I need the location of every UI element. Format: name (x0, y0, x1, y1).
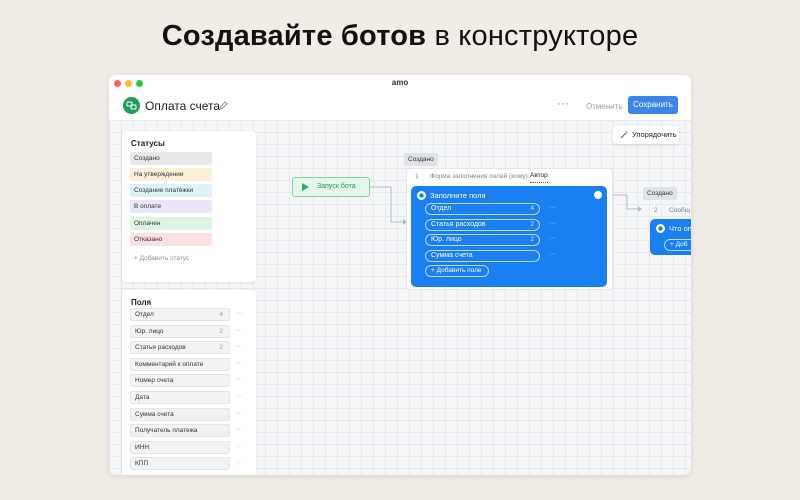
builder-canvas[interactable]: Статусы Создано На утверждении Создание … (109, 120, 691, 475)
status-created-tag-2: Создано (643, 187, 677, 200)
message-step-label: Сообщ (669, 207, 690, 214)
form-step-label: Форма заполнения полей (кому): (430, 173, 530, 180)
page-title: Оплата счета (145, 99, 221, 113)
save-button[interactable]: Сохранить (628, 96, 678, 114)
add-button-2[interactable]: + Доб (664, 239, 691, 251)
fill-fields-card[interactable]: Заполните поля Отдел 4 ··· Статья расходов 2… (411, 186, 607, 287)
fill-fields-title: Заполните поля (430, 191, 486, 200)
cancel-button[interactable]: Отменить (582, 99, 627, 114)
step-number: 1 (415, 173, 419, 180)
form-step-header: 1 Форма заполнения полей (кому): Автор (407, 169, 612, 184)
fill-field-label: Сумма счета (431, 251, 473, 259)
fill-field-count: 2 (530, 236, 534, 243)
fill-field-more-icon[interactable]: ··· (549, 204, 556, 211)
bot-icon (417, 191, 426, 200)
headline: Создавайте ботов в конструкторе (0, 20, 800, 53)
status-created-tag: Создано (404, 153, 438, 166)
pencil-icon[interactable] (219, 101, 228, 110)
step-number-2: 2 (654, 207, 658, 214)
fill-field-count: 4 (530, 205, 534, 212)
question-card[interactable]: Что оп + Доб (650, 219, 691, 255)
question-title: Что оп (669, 224, 691, 233)
fill-field-pill[interactable]: Отдел 4 (425, 203, 540, 215)
window-titlebar: amo (109, 75, 691, 92)
fill-field-label: Отдел (431, 205, 452, 212)
fill-field-count: 2 (530, 220, 534, 228)
more-options-icon[interactable]: ··· (557, 98, 570, 110)
fill-field-pill[interactable]: Сумма счета (425, 249, 540, 262)
bot-icon-2 (656, 224, 665, 233)
fill-field-more-icon[interactable]: ··· (549, 220, 556, 227)
fill-field-pill[interactable]: Статья расходов 2 (425, 218, 540, 231)
app-window: amo Оплата счета ··· Отменить Сохранить … (109, 75, 691, 475)
fill-field-label: Юр. лицо (431, 236, 462, 243)
assignee-select[interactable]: Автор (530, 170, 548, 183)
headline-rest: в конструкторе (434, 20, 639, 52)
fill-field-more-icon[interactable]: ··· (549, 251, 556, 258)
add-field-button[interactable]: + Добавить поле (425, 265, 489, 277)
fill-field-label: Статья расходов (431, 220, 486, 228)
form-step-card[interactable]: 1 Форма заполнения полей (кому): Автор З… (406, 168, 613, 290)
app-header: Оплата счета ··· Отменить Сохранить (109, 92, 691, 120)
bot-logo-icon (123, 97, 140, 114)
window-title: amo (391, 78, 409, 87)
fill-field-pill[interactable]: Юр. лицо 2 (425, 234, 540, 246)
headline-bold: Создавайте ботов (161, 20, 427, 52)
card-toggle[interactable] (594, 191, 602, 199)
fill-field-more-icon[interactable]: ··· (549, 235, 556, 242)
